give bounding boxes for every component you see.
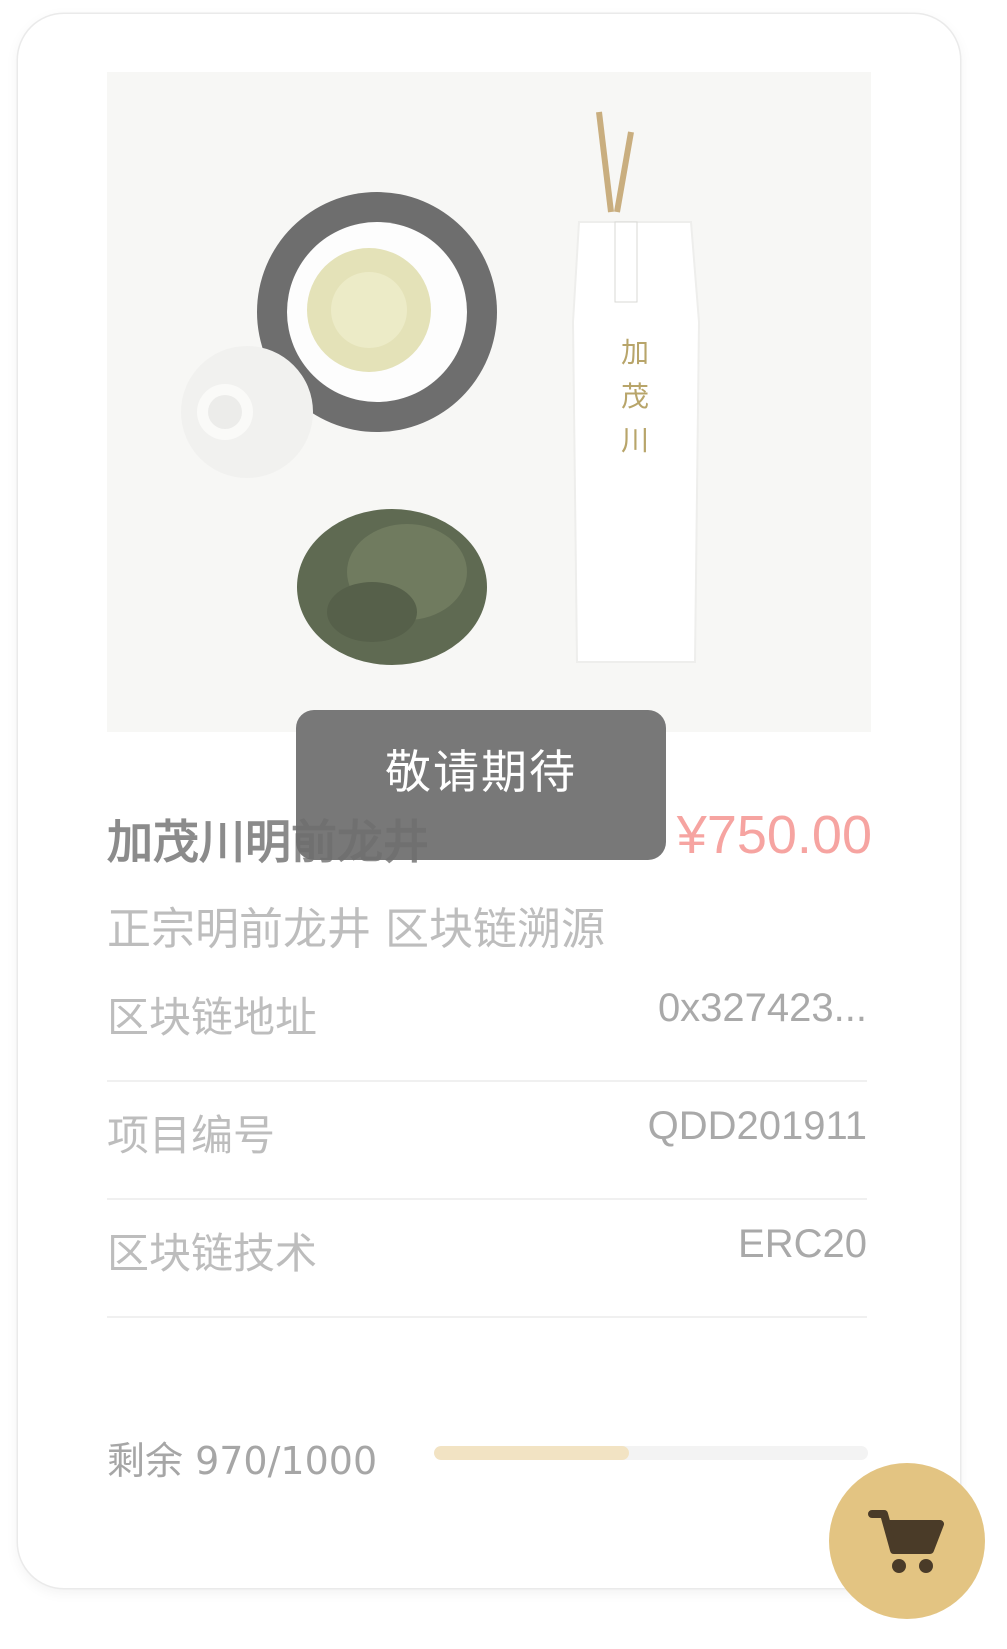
coming-soon-toast: 敬请期待	[296, 710, 666, 860]
info-row-project-id: 项目编号 QDD201911	[107, 1080, 867, 1200]
info-label: 区块链地址	[107, 993, 318, 1042]
shopping-cart-icon	[868, 1510, 944, 1573]
package-text-line3: 川	[621, 424, 649, 457]
toast-message: 敬请期待	[385, 745, 577, 799]
info-label: 区块链技术	[107, 1229, 318, 1278]
info-row-technology: 区块链技术 ERC20	[107, 1198, 867, 1318]
info-label: 项目编号	[107, 1111, 276, 1160]
info-value: 0x327423...	[657, 986, 867, 1030]
package-text-line2: 茂	[621, 380, 649, 413]
product-subtitle: 正宗明前龙井 区块链溯源	[107, 904, 605, 955]
info-value: QDD201911	[647, 1104, 867, 1148]
stock-progress-fill	[434, 1446, 630, 1460]
stock-remaining-label: 剩余 970/1000	[107, 1439, 378, 1483]
product-price: ¥750.00	[676, 805, 872, 865]
info-value: ERC20	[738, 1222, 867, 1266]
info-row-address: 区块链地址 0x327423...	[107, 962, 867, 1082]
product-image: 加 茂 川	[107, 72, 871, 732]
package-text-line1: 加	[621, 336, 649, 369]
add-to-cart-button[interactable]	[829, 1463, 985, 1619]
stock-progress-bar	[434, 1446, 868, 1460]
